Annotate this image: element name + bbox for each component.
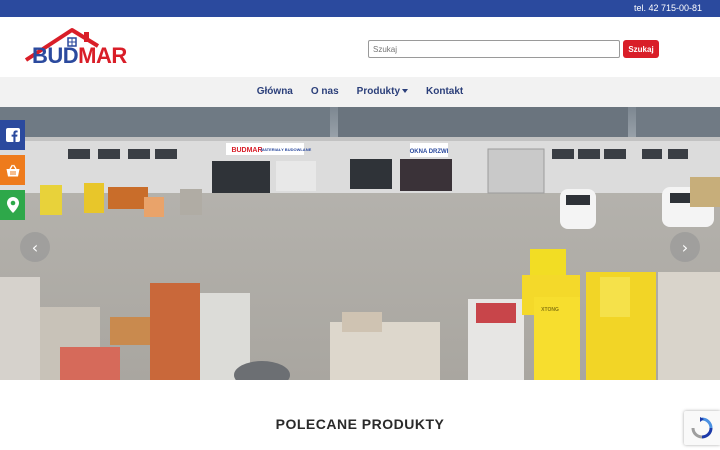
shop-basket-icon <box>6 164 19 176</box>
top-bar: tel. 42 715-00-81 <box>0 0 720 17</box>
nav-item-contact[interactable]: Kontakt <box>417 86 472 97</box>
facebook-icon <box>5 128 20 142</box>
chevron-down-icon <box>402 89 409 94</box>
nav-item-home[interactable]: Główna <box>248 86 302 97</box>
recaptcha-icon <box>691 417 713 439</box>
windows-sign-text: OKNA DRZWI <box>410 149 449 155</box>
logo-text: BUDMAR <box>32 43 127 69</box>
logo-text-bud: BUD <box>32 43 79 68</box>
search-input[interactable] <box>368 40 620 58</box>
search-button[interactable]: Szukaj <box>623 40 659 58</box>
recaptcha-badge[interactable] <box>684 411 720 445</box>
store-sign-text: BUDMAR <box>231 147 262 154</box>
site-header: BUDMAR Szukaj <box>0 17 720 77</box>
pallet-brand-text: XTONG <box>541 307 559 313</box>
facebook-button[interactable] <box>0 120 25 150</box>
phone-number[interactable]: tel. 42 715-00-81 <box>634 3 702 13</box>
location-button[interactable] <box>0 190 25 220</box>
carousel-prev-button[interactable]: ‹ <box>20 232 50 262</box>
chevron-left-icon: ‹ <box>31 237 39 257</box>
materials-sign-text: MATERIAŁY BUDOWLANE <box>261 147 312 152</box>
chevron-right-icon: › <box>681 237 689 257</box>
main-nav: Główna O nas Produkty Kontakt <box>0 77 720 107</box>
featured-products-title: POLECANE PRODUKTY <box>275 416 445 432</box>
location-pin-icon <box>6 197 19 213</box>
hero-carousel: BUDMAR MATERIAŁY BUDOWLANE OKNA DRZWI XT… <box>0 107 720 380</box>
shop-button[interactable] <box>0 155 25 185</box>
logo[interactable]: BUDMAR <box>24 26 132 68</box>
nav-item-about[interactable]: O nas <box>302 86 348 97</box>
hero-image: BUDMAR MATERIAŁY BUDOWLANE OKNA DRZWI XT… <box>0 107 720 380</box>
carousel-next-button[interactable]: › <box>670 232 700 262</box>
logo-text-mar: MAR <box>78 43 127 68</box>
nav-item-products[interactable]: Produkty <box>348 86 417 97</box>
nav-item-products-label: Produkty <box>356 86 401 97</box>
